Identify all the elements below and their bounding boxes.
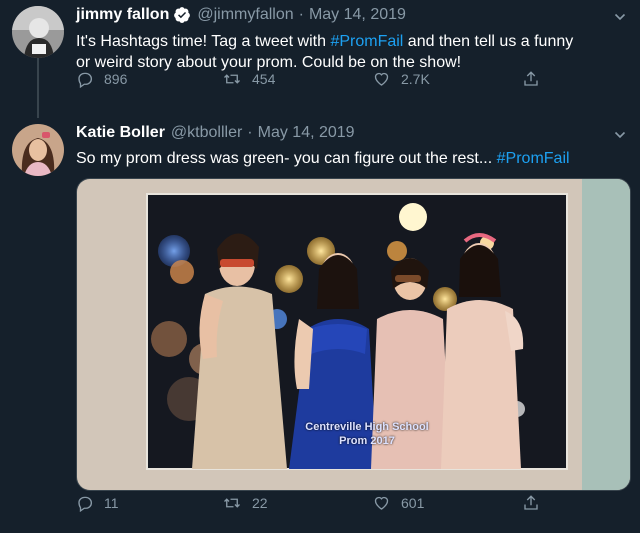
chevron-down-icon[interactable] xyxy=(614,10,626,22)
chevron-down-icon[interactable] xyxy=(614,128,626,140)
heart-icon xyxy=(372,494,391,512)
tweet-text-part: and then tell us a funny xyxy=(403,33,574,50)
photo-caption-line2: Prom 2017 xyxy=(339,435,395,447)
tweet-header: jimmy fallon @jimmyfallon · May 14, 2019 xyxy=(76,6,406,24)
tweet-text-part: It's Hashtags time! Tag a tweet with xyxy=(76,33,331,50)
retweet-count: 454 xyxy=(252,71,276,87)
share-icon xyxy=(522,69,540,89)
separator-dot: · xyxy=(247,124,253,141)
thread-connector-line xyxy=(37,58,39,118)
tweet-date[interactable]: May 14, 2019 xyxy=(309,6,406,24)
tweet-text-line2: or weird story about your prom. Could be… xyxy=(76,54,462,71)
separator-dot: · xyxy=(298,6,304,23)
tweet-header: Katie Boller @ktbolller · May 14, 2019 xyxy=(76,124,355,142)
hashtag-link[interactable]: #PromFail xyxy=(330,33,403,50)
retweet-icon xyxy=(222,494,242,512)
tweet-photo[interactable]: Centreville High School Prom 2017 xyxy=(76,178,631,491)
tweet-text: It's Hashtags time! Tag a tweet with #Pr… xyxy=(76,31,632,73)
retweet-button[interactable]: 22 xyxy=(222,494,268,512)
reply-button[interactable]: 11 xyxy=(76,494,119,512)
share-button[interactable] xyxy=(522,493,540,513)
photo-caption-line1: Centreville High School xyxy=(305,421,429,433)
photo-caption: Centreville High School Prom 2017 xyxy=(287,420,447,448)
reply-icon xyxy=(76,494,94,512)
hashtag-link[interactable]: #PromFail xyxy=(497,150,570,167)
reply-button[interactable]: 896 xyxy=(76,70,127,88)
like-count: 2.7K xyxy=(401,71,430,87)
share-button[interactable] xyxy=(522,69,540,89)
like-button[interactable]: 601 xyxy=(372,494,424,512)
reply-icon xyxy=(76,70,94,88)
like-count: 601 xyxy=(401,495,425,511)
author-name[interactable]: Katie Boller xyxy=(76,124,165,142)
like-button[interactable]: 2.7K xyxy=(372,70,430,88)
avatar-katie-boller[interactable] xyxy=(12,124,64,176)
avatar-jimmy-fallon[interactable] xyxy=(12,6,64,58)
heart-icon xyxy=(372,70,391,88)
author-handle[interactable]: @jimmyfallon xyxy=(197,6,293,24)
author-name[interactable]: jimmy fallon xyxy=(76,6,169,24)
retweet-button[interactable]: 454 xyxy=(222,70,275,88)
tweet-text: So my prom dress was green- you can figu… xyxy=(76,148,570,169)
author-handle[interactable]: @ktbolller xyxy=(171,124,242,142)
share-icon xyxy=(522,493,540,513)
tweet-date[interactable]: May 14, 2019 xyxy=(258,124,355,142)
verified-badge-icon xyxy=(173,6,191,24)
retweet-icon xyxy=(222,70,242,88)
reply-count: 11 xyxy=(104,495,119,511)
tweet-text-part: So my prom dress was green- you can figu… xyxy=(76,150,497,167)
reply-count: 896 xyxy=(104,71,128,87)
retweet-count: 22 xyxy=(252,495,268,511)
